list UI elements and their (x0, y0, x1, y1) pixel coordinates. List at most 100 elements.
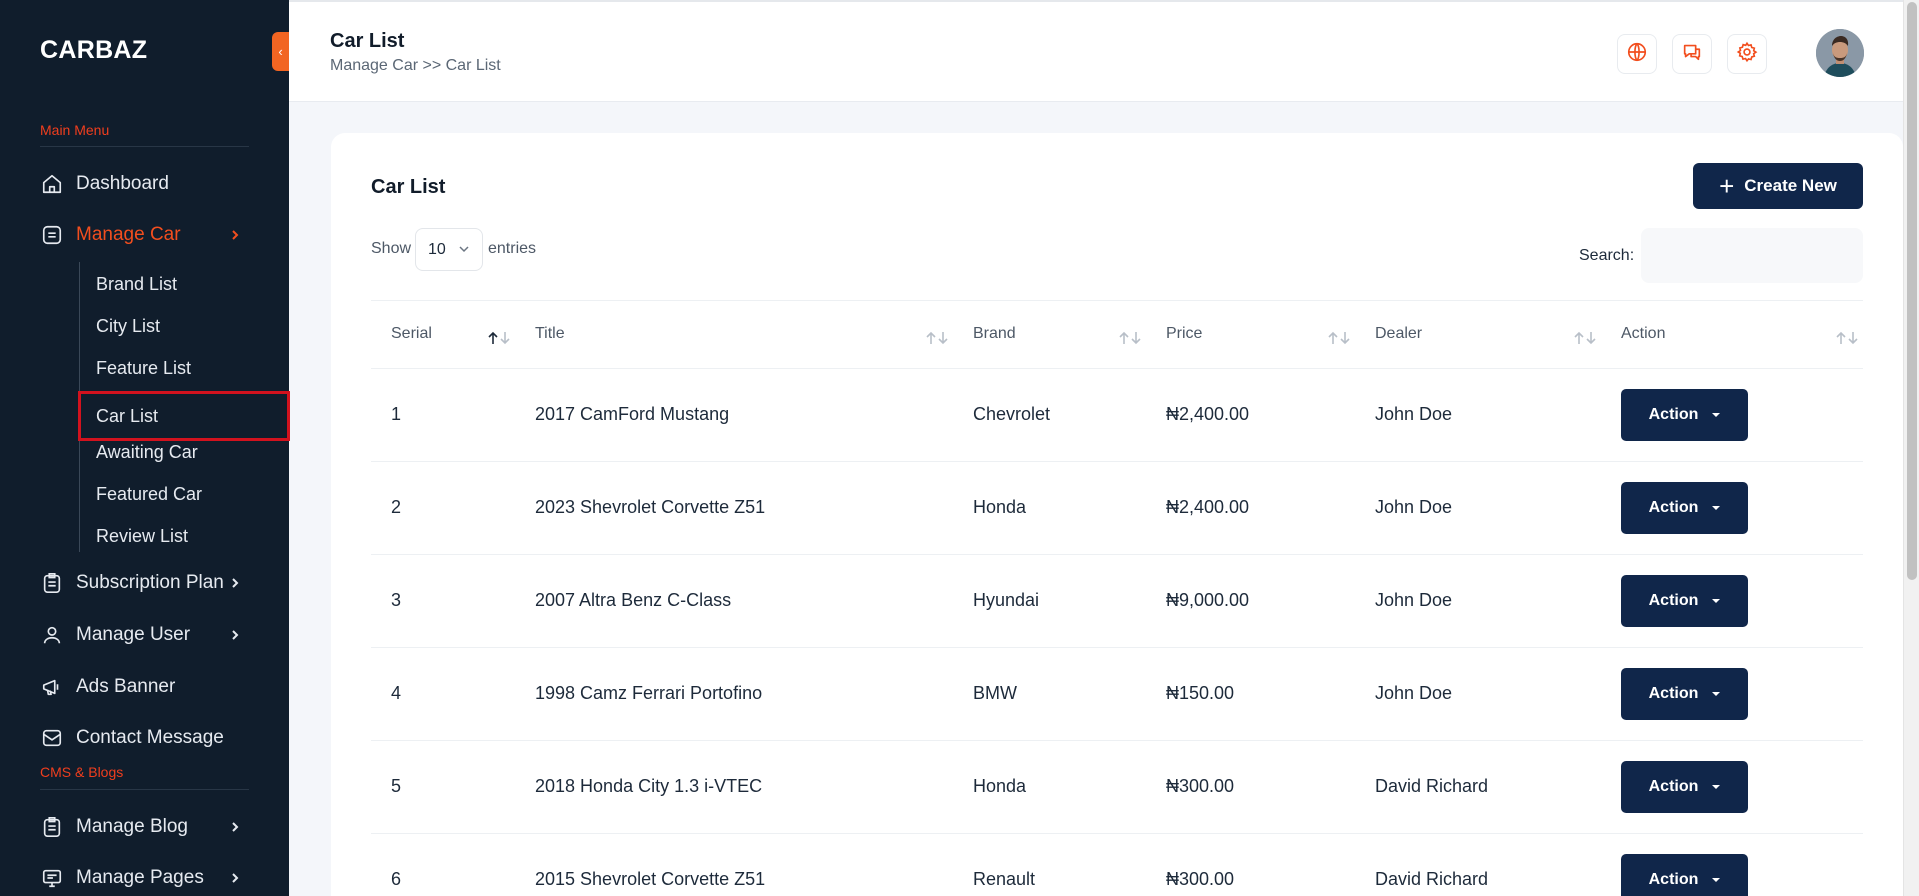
sort-asc-icon[interactable] (485, 329, 515, 347)
card-title: Car List (371, 176, 446, 198)
sidebar-item-manage-blog[interactable]: Manage Blog (40, 811, 255, 843)
sidebar-item-dashboard[interactable]: Dashboard (40, 168, 255, 200)
sort-icon[interactable] (1116, 329, 1146, 347)
column-header-price[interactable]: Price (1166, 325, 1202, 343)
sort-icon[interactable] (1325, 329, 1355, 347)
sidebar-item-contact-message[interactable]: Contact Message (40, 722, 255, 754)
sidebar-collapse-button[interactable]: ‹ (272, 32, 289, 71)
section-divider (40, 146, 249, 147)
clipboard-icon (40, 571, 64, 595)
home-icon (40, 172, 64, 196)
action-dropdown-button[interactable]: Action (1621, 482, 1748, 534)
cell-dealer: John Doe (1375, 404, 1453, 424)
cell-brand: Chevrolet (973, 404, 1051, 424)
sidebar-item-manage-user[interactable]: Manage User (40, 619, 255, 651)
sort-icon[interactable] (923, 329, 953, 347)
sidebar-item-label: Manage Blog (76, 816, 188, 837)
row-divider (371, 740, 1863, 741)
chevron-right-icon (225, 225, 245, 245)
create-new-button[interactable]: + Create New (1693, 163, 1863, 209)
column-header-brand[interactable]: Brand (973, 325, 1016, 343)
entries-value: 10 (428, 240, 446, 258)
sidebar-item-label: Contact Message (76, 727, 224, 748)
header-divider (371, 368, 1863, 369)
cell-serial: 3 (391, 590, 402, 610)
sidebar-item-label: Manage Car (76, 224, 181, 245)
avatar[interactable] (1816, 29, 1864, 77)
sidebar-subitem-brand-list[interactable]: Brand List (96, 269, 177, 299)
cell-brand: BMW (973, 683, 1017, 703)
cell-title: 1998 Camz Ferrari Portofino (535, 683, 763, 703)
caret-down-icon (1712, 506, 1721, 510)
section-label-cms-blogs: CMS & Blogs (40, 764, 124, 780)
cell-title: 2015 Shevrolet Corvette Z51 (535, 869, 766, 889)
sidebar-item-manage-car[interactable]: Manage Car (40, 219, 255, 251)
action-dropdown-button[interactable]: Action (1621, 854, 1748, 896)
chevron-right-icon (225, 868, 245, 888)
cell-title: 2007 Altra Benz C-Class (535, 590, 732, 610)
sidebar-item-manage-pages[interactable]: Manage Pages (40, 862, 255, 894)
cell-price: ₦2,400.00 (1166, 404, 1250, 424)
caret-down-icon (1712, 878, 1721, 882)
sidebar-subitem-city-list[interactable]: City List (96, 311, 160, 341)
cell-serial: 4 (391, 683, 402, 703)
search-input[interactable] (1641, 228, 1863, 283)
action-label: Action (1648, 406, 1699, 423)
scrollbar-thumb[interactable] (1907, 2, 1917, 580)
action-label: Action (1648, 499, 1699, 516)
sidebar-item-label: Subscription Plan (76, 572, 224, 593)
column-header-serial[interactable]: Serial (391, 325, 432, 343)
sidebar-item-label: Manage Pages (76, 867, 204, 888)
brand-logo[interactable]: CARBAZ (40, 36, 147, 65)
cell-title: 2017 CamFord Mustang (535, 404, 730, 424)
cell-title: 2023 Shevrolet Corvette Z51 (535, 497, 766, 517)
show-label: Show (371, 240, 412, 257)
sort-icon[interactable] (1833, 329, 1863, 347)
cell-dealer: John Doe (1375, 497, 1453, 517)
sidebar-subitem-awaiting-car[interactable]: Awaiting Car (96, 437, 198, 467)
action-label: Action (1648, 778, 1699, 795)
sidebar-item-label: Ads Banner (76, 676, 176, 697)
messages-button[interactable] (1672, 34, 1712, 74)
cell-serial: 6 (391, 869, 402, 889)
action-dropdown-button[interactable]: Action (1621, 389, 1748, 441)
language-button[interactable] (1617, 34, 1657, 74)
cell-brand: Honda (973, 497, 1027, 517)
action-label: Action (1648, 871, 1699, 888)
cell-title: 2018 Honda City 1.3 i-VTEC (535, 776, 763, 796)
cell-dealer: John Doe (1375, 590, 1453, 610)
action-dropdown-button[interactable]: Action (1621, 761, 1748, 813)
sidebar-subitem-car-list[interactable]: Car List (78, 391, 290, 441)
cell-price: ₦300.00 (1166, 869, 1235, 889)
column-header-title[interactable]: Title (535, 325, 565, 343)
sidebar-subitem-featured-car[interactable]: Featured Car (96, 479, 202, 509)
globe-icon (1626, 41, 1648, 68)
column-header-dealer[interactable]: Dealer (1375, 325, 1422, 343)
cell-serial: 5 (391, 776, 402, 796)
plus-icon: + (1719, 171, 1735, 201)
row-divider (371, 647, 1863, 648)
clipboard-icon (40, 815, 64, 839)
action-dropdown-button[interactable]: Action (1621, 668, 1748, 720)
document-icon (40, 223, 64, 247)
table-divider (371, 300, 1863, 301)
sort-icon[interactable] (1571, 329, 1601, 347)
action-label: Action (1648, 685, 1699, 702)
cell-price: ₦150.00 (1166, 683, 1235, 703)
cell-serial: 2 (391, 497, 402, 517)
monitor-icon (40, 866, 64, 890)
column-header-action[interactable]: Action (1621, 325, 1665, 343)
action-dropdown-button[interactable]: Action (1621, 575, 1748, 627)
settings-button[interactable] (1727, 34, 1767, 74)
sidebar-subitem-review-list[interactable]: Review List (96, 521, 188, 551)
sidebar-subitem-feature-list[interactable]: Feature List (96, 353, 191, 383)
page-scrollbar[interactable] (1903, 0, 1919, 896)
sidebar-item-subscription-plan[interactable]: Subscription Plan (40, 567, 255, 599)
sidebar-item-label: Manage User (76, 624, 191, 645)
sidebar-item-ads-banner[interactable]: Ads Banner (40, 671, 255, 703)
entries-select[interactable]: 10 (415, 228, 483, 271)
cell-dealer: David Richard (1375, 869, 1489, 889)
breadcrumb: Manage Car >> Car List (330, 57, 501, 74)
cell-price: ₦9,000.00 (1166, 590, 1250, 610)
car-list-card: Car List + Create New Show 10 entries Se… (331, 133, 1903, 896)
